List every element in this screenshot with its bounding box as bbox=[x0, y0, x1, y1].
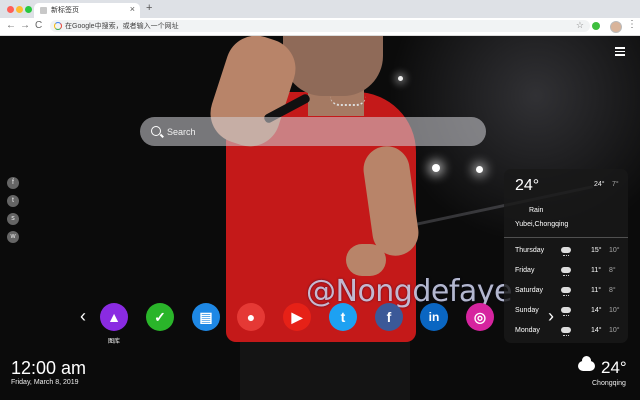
forecast-row: Thursday 15° 10° bbox=[515, 247, 620, 256]
new-tab-button[interactable]: + bbox=[146, 2, 152, 14]
forecast-list: Thursday 15° 10° Friday 11° 8° Saturday … bbox=[504, 241, 628, 341]
rain-cloud-icon bbox=[561, 267, 571, 276]
clock-date: Friday, March 8, 2019 bbox=[11, 379, 79, 386]
instagram-app-icon[interactable]: ◎ bbox=[466, 303, 494, 331]
twitter-app-icon[interactable]: t bbox=[329, 303, 357, 331]
wechat-icon[interactable]: w bbox=[7, 231, 19, 243]
linkedin-app-icon[interactable]: in bbox=[420, 303, 448, 331]
facebook-app-icon[interactable]: f bbox=[375, 303, 403, 331]
dock-prev-button[interactable]: ‹ bbox=[80, 306, 86, 327]
forward-button[interactable]: → bbox=[20, 20, 30, 31]
bottom-location: Chongqing bbox=[592, 380, 626, 387]
gallery-app-icon[interactable]: ▲ bbox=[100, 303, 128, 331]
search-bar[interactable] bbox=[140, 117, 486, 146]
bottom-temperature: 24° bbox=[601, 358, 627, 377]
address-bar[interactable]: 在Google中搜索，或者输入一个网址 ☆ bbox=[50, 20, 590, 32]
cloud-icon bbox=[578, 356, 595, 371]
maximize-window-button[interactable] bbox=[25, 6, 32, 13]
dock-next-button[interactable]: › bbox=[548, 306, 554, 327]
youtube-app-icon[interactable]: ▶ bbox=[283, 303, 311, 331]
browser-menu-icon[interactable]: ⋮ bbox=[627, 19, 637, 30]
rain-cloud-icon bbox=[561, 307, 571, 316]
high-temperature: 24° bbox=[594, 181, 605, 188]
twitter-icon[interactable]: t bbox=[7, 195, 19, 207]
tab-close-icon[interactable]: × bbox=[130, 4, 135, 14]
facebook-icon[interactable]: f bbox=[7, 177, 19, 189]
search-icon bbox=[151, 126, 161, 136]
minimize-window-button[interactable] bbox=[16, 6, 23, 13]
weather-widget[interactable]: 24° 24° 7° Rain Yubei,Chongqing Thursday… bbox=[504, 169, 628, 343]
rain-cloud-icon bbox=[561, 327, 571, 336]
close-window-button[interactable] bbox=[7, 6, 14, 13]
weather-condition: Rain bbox=[529, 207, 544, 214]
new-tab-page: @Nongdefaye f t s w 24° 24° 7° Rain Yube… bbox=[0, 36, 640, 400]
low-temperature: 7° bbox=[612, 181, 619, 188]
forecast-row: Saturday 11° 8° bbox=[515, 287, 616, 296]
back-button[interactable]: ← bbox=[6, 20, 16, 31]
clock-time: 12:00 am bbox=[11, 358, 87, 378]
rain-cloud-icon bbox=[561, 247, 571, 256]
search-input[interactable] bbox=[165, 123, 469, 141]
profile-avatar[interactable] bbox=[610, 21, 622, 33]
tab-strip: 新标签页 × + bbox=[0, 0, 640, 18]
google-icon bbox=[54, 22, 62, 30]
tasks-app-icon[interactable]: ✓ bbox=[146, 303, 174, 331]
browser-toolbar: ← → C 在Google中搜索，或者输入一个网址 ☆ bbox=[0, 18, 640, 36]
forecast-row: Sunday 14° 10° bbox=[515, 307, 620, 316]
divider bbox=[504, 237, 628, 238]
forecast-row: Monday 14° 10° bbox=[515, 327, 620, 336]
menu-icon[interactable] bbox=[615, 47, 625, 56]
bookmark-star-icon[interactable]: ☆ bbox=[576, 20, 584, 31]
extension-icon[interactable] bbox=[592, 22, 600, 30]
page-icon bbox=[40, 7, 47, 14]
rain-cloud-icon bbox=[561, 287, 571, 296]
notes-app-icon[interactable]: ▤ bbox=[192, 303, 220, 331]
tab-title: 新标签页 bbox=[51, 7, 79, 14]
games-app-icon[interactable]: ● bbox=[237, 303, 265, 331]
address-placeholder: 在Google中搜索，或者输入一个网址 bbox=[65, 23, 179, 30]
gallery-app-label: 图库 bbox=[107, 339, 120, 345]
current-temperature: 24° bbox=[515, 177, 540, 194]
reload-button[interactable]: C bbox=[35, 20, 42, 31]
tab-new-tab[interactable]: 新标签页 × bbox=[34, 3, 140, 18]
snapchat-icon[interactable]: s bbox=[7, 213, 19, 225]
forecast-row: Friday 11° 8° bbox=[515, 267, 616, 276]
weather-location: Yubei,Chongqing bbox=[515, 221, 569, 228]
